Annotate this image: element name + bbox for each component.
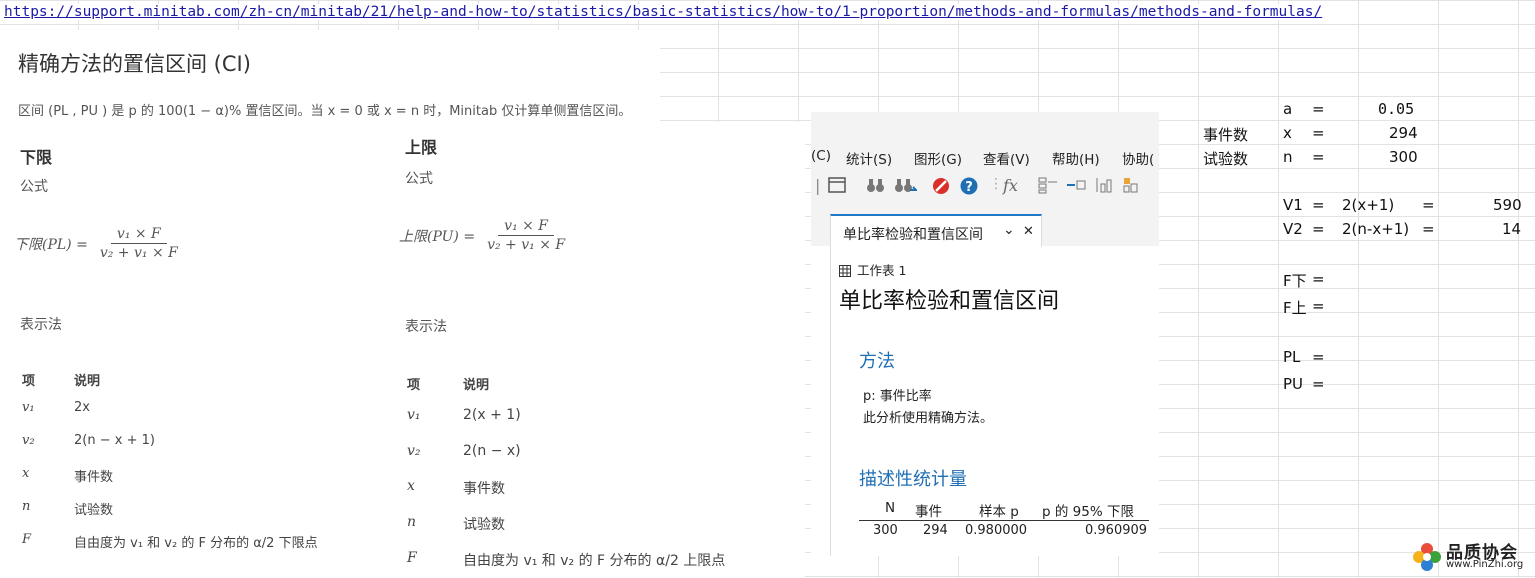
pinzhi-logo: 品质协会 www.PinZhi.org	[1410, 538, 1528, 574]
cell-x-label[interactable]: x	[1283, 124, 1292, 142]
upper-notation-label: 表示法	[405, 319, 447, 335]
chart-icon[interactable]	[1093, 176, 1115, 198]
toolbar-separator: |	[815, 176, 821, 195]
cell-x-value[interactable]: 294	[1389, 124, 1418, 142]
cell-pu-eq[interactable]: =	[1312, 375, 1325, 393]
lower-formula-lhs: 下限(PL) =	[14, 236, 88, 253]
lower-formula-label: 公式	[20, 179, 48, 195]
cell-v1-formula[interactable]: 2(x+1)	[1342, 196, 1394, 214]
menu-bar: (C) 统计(S) 图形(G) 查看(V) 帮助(H) 协助( | ? ⋮ fx	[811, 112, 1159, 202]
find-next-icon[interactable]	[893, 176, 919, 198]
toolbar-separator: ⋮	[989, 176, 1003, 192]
doc-description: 区间 (PL , PU ) 是 p 的 100(1 − α)% 置信区间。当 x…	[18, 104, 632, 119]
cell-x-name[interactable]: 事件数	[1203, 124, 1248, 145]
upper-limit-formula: 上限(PU) = v₁ × F v₂ + v₁ × F	[399, 218, 571, 253]
table-icon	[839, 265, 851, 280]
worksheet-name: 工作表 1	[857, 263, 907, 278]
cell-n-label[interactable]: n	[1283, 148, 1293, 166]
cell-f-lower-label[interactable]: F下	[1283, 270, 1307, 291]
chevron-down-icon[interactable]: ⌄	[1003, 222, 1015, 238]
watermark-site: www.PinZhi.org	[1446, 559, 1524, 570]
cell-v2-formula[interactable]: 2(n-x+1)	[1342, 220, 1409, 238]
tab-one-proportion-test[interactable]: 单比率检验和置信区间 ⌄ ✕	[830, 214, 1042, 250]
cell-v2-value[interactable]: 14	[1502, 220, 1521, 238]
cell-v1-eq2[interactable]: =	[1422, 196, 1435, 214]
upper-col-item: 项	[407, 378, 421, 393]
cell-f-upper-eq[interactable]: =	[1312, 297, 1325, 315]
cell-n-value[interactable]: 300	[1389, 148, 1418, 166]
lower-limit-formula: 下限(PL) = v₁ × F v₂ + v₁ × F	[14, 226, 184, 261]
upper-col-desc: 说明	[463, 378, 490, 393]
help-icon[interactable]: ?	[959, 176, 979, 200]
binoculars-icon[interactable]	[865, 176, 887, 198]
lower-col-item: 项	[22, 374, 36, 389]
cell-n-name[interactable]: 试验数	[1203, 148, 1248, 169]
stats-table-header: N 事件 样本 p p 的 95% 下限	[859, 500, 1149, 521]
function-icon[interactable]: fx	[1003, 176, 1018, 195]
menu-item-view[interactable]: 查看(V)	[983, 148, 1030, 168]
cancel-icon[interactable]	[931, 176, 951, 200]
minitab-window: (C) 统计(S) 图形(G) 查看(V) 帮助(H) 协助( | ? ⋮ fx	[811, 112, 1159, 556]
menu-item-assistant[interactable]: 协助(	[1122, 148, 1154, 168]
cell-pu-label[interactable]: PU	[1283, 375, 1303, 393]
svg-text:?: ?	[965, 180, 973, 195]
cell-v1-value[interactable]: 590	[1493, 196, 1522, 214]
window-icon[interactable]	[827, 176, 847, 198]
menu-item-help[interactable]: 帮助(H)	[1052, 148, 1100, 168]
source-url-link[interactable]: https://support.minitab.com/zh-cn/minita…	[4, 4, 1327, 20]
descriptive-stats-heading: 描述性统计量	[859, 469, 967, 490]
cell-v2-eq[interactable]: =	[1312, 220, 1325, 238]
layout-icon[interactable]	[1037, 176, 1059, 198]
cell-f-lower-eq[interactable]: =	[1312, 270, 1325, 288]
menu-item-graph[interactable]: 图形(G)	[914, 148, 962, 168]
close-icon[interactable]: ✕	[1023, 224, 1034, 239]
cell-pl-label[interactable]: PL	[1283, 348, 1300, 366]
cell-v1-eq[interactable]: =	[1312, 196, 1325, 214]
menu-item-stat[interactable]: 统计(S)	[846, 148, 892, 168]
lower-formula-denominator: v₂ + v₁ × F	[99, 245, 178, 261]
cell-a-eq[interactable]: =	[1312, 100, 1325, 118]
doc-title: 精确方法的置信区间 (CI)	[18, 52, 251, 76]
method-line-2: 此分析使用精确方法。	[863, 411, 994, 426]
cell-f-upper-label[interactable]: F上	[1283, 297, 1307, 318]
cell-a-label[interactable]: a	[1283, 100, 1292, 118]
upper-formula-lhs: 上限(PU) =	[399, 228, 476, 245]
worksheet-label: 工作表 1	[839, 260, 906, 280]
cell-a-value[interactable]: 0.05	[1378, 100, 1414, 118]
upper-notation-table: 项说明 v₁ 2(x + 1) v₂ 2(n − x) x 事件数 n 试验数 F 自由度…	[407, 374, 797, 574]
flower-logo-icon	[1410, 540, 1444, 574]
upper-formula-label: 公式	[405, 171, 433, 187]
lower-limit-heading: 下限	[20, 148, 53, 167]
lower-notation-label: 表示法	[20, 317, 62, 333]
cell-v2-eq2[interactable]: =	[1422, 220, 1435, 238]
cell-v1-label[interactable]: V1	[1283, 196, 1303, 214]
cell-x-eq[interactable]: =	[1312, 124, 1325, 142]
output-pane: 工作表 1 单比率检验和置信区间 方法 p: 事件比率 此分析使用精确方法。 描…	[830, 247, 1159, 556]
lower-notation-table: 项说明 v₁ 2x v₂ 2(n − x + 1) x 事件数 n 试验数 F 自由度为 …	[22, 370, 382, 570]
method-line-1: p: 事件比率	[863, 389, 932, 404]
cell-n-eq[interactable]: =	[1312, 148, 1325, 166]
cell-v2-label[interactable]: V2	[1283, 220, 1303, 238]
lower-col-desc: 说明	[74, 374, 101, 389]
toolbar: | ? ⋮ fx	[811, 176, 1159, 200]
graph-icon[interactable]	[1121, 176, 1143, 198]
output-title: 单比率检验和置信区间	[839, 289, 1060, 314]
cell-pl-eq[interactable]: =	[1312, 348, 1325, 366]
lower-formula-numerator: v₁ × F	[110, 226, 167, 244]
upper-limit-heading: 上限	[405, 138, 438, 157]
upper-formula-denominator: v₂ + v₁ × F	[487, 237, 566, 253]
subtract-icon[interactable]	[1065, 176, 1087, 198]
tab-label: 单比率检验和置信区间	[843, 227, 983, 243]
documentation-panel-upper: 上限 公式 上限(PU) = v₁ × F v₂ + v₁ × F 表示法 项 说…	[385, 122, 805, 578]
menu-item-partial[interactable]: (C)	[811, 148, 831, 164]
upper-formula-numerator: v₁ × F	[498, 218, 555, 236]
method-heading: 方法	[859, 351, 895, 372]
